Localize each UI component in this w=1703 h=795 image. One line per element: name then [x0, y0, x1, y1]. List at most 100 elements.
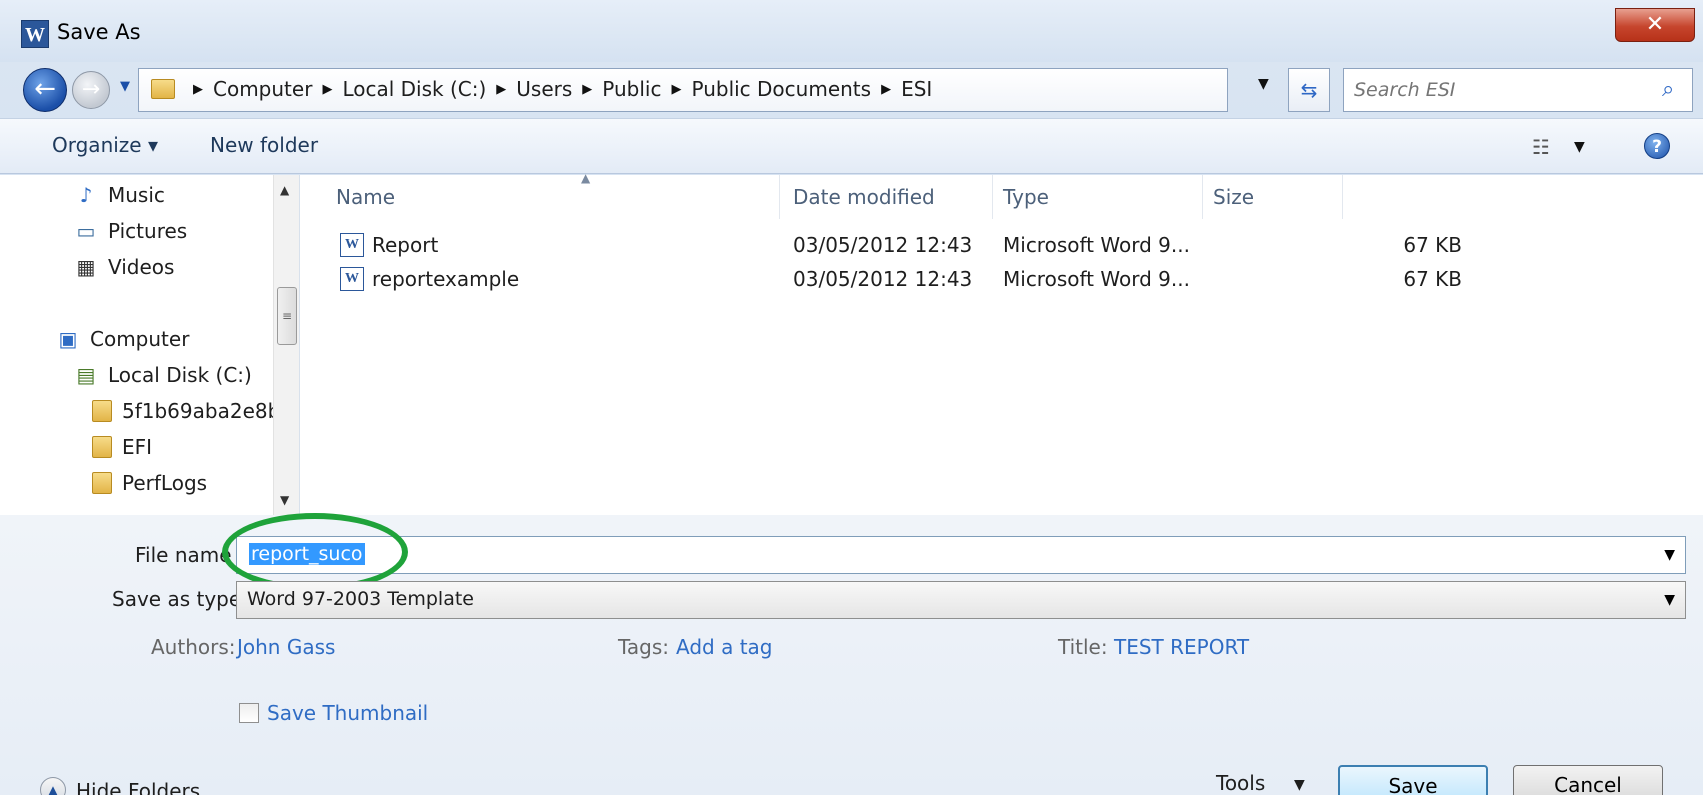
views-icon[interactable]: ☷	[1532, 135, 1550, 159]
tools-button[interactable]: Tools	[1216, 771, 1265, 795]
folder-icon	[92, 436, 112, 458]
column-header-label: Name	[336, 185, 396, 209]
tags-value[interactable]: Add a tag	[676, 635, 772, 659]
content-area: ♪ Music ▭ Pictures ▦ Videos ▣ Computer ▤…	[0, 171, 1703, 515]
breadcrumb-arrow-icon[interactable]: ▶	[322, 82, 332, 97]
nav-item-label: 5f1b69aba2e8b2	[122, 399, 294, 423]
search-icon[interactable]: ⌕	[1662, 77, 1674, 102]
file-type: Microsoft Word 9...	[1003, 233, 1190, 257]
nav-item-label: Videos	[108, 255, 175, 279]
address-dropdown-icon[interactable]: ▼	[1258, 76, 1269, 92]
new-folder-button[interactable]: New folder	[210, 133, 318, 157]
authors-value[interactable]: John Gass	[237, 635, 335, 659]
back-button[interactable]: ←	[23, 68, 67, 112]
hide-folders-icon[interactable]: ▲	[40, 777, 66, 795]
breadcrumb-item[interactable]: ESI	[901, 77, 932, 101]
scroll-down-icon[interactable]: ▼	[280, 493, 289, 507]
breadcrumb: ▶ Computer ▶ Local Disk (C:) ▶ Users ▶ P…	[189, 77, 938, 101]
save-as-type-select[interactable]: Word 97-2003 Template ▼	[236, 581, 1686, 619]
breadcrumb-arrow-icon[interactable]: ▶	[193, 82, 203, 97]
column-header-name[interactable]: ▲ Name	[336, 171, 780, 219]
nav-item-videos[interactable]: ▦ Videos	[74, 255, 175, 279]
tools-dropdown-icon[interactable]: ▼	[1294, 777, 1305, 793]
back-arrow-icon: ←	[34, 74, 56, 104]
breadcrumb-arrow-icon[interactable]: ▶	[671, 82, 681, 97]
organize-button[interactable]: Organize ▾	[52, 133, 158, 157]
history-dropdown-icon[interactable]: ▼	[120, 79, 130, 94]
nav-item-folder[interactable]: 5f1b69aba2e8b2	[92, 399, 293, 423]
file-name-value[interactable]: report_suco	[249, 543, 365, 565]
forward-arrow-icon: →	[81, 77, 101, 102]
views-dropdown-icon[interactable]: ▼	[1574, 139, 1585, 155]
nav-item-music[interactable]: ♪ Music	[74, 183, 165, 207]
nav-item-computer[interactable]: ▣ Computer	[56, 327, 190, 351]
file-name: Report	[372, 233, 439, 257]
breadcrumb-item[interactable]: Public Documents	[691, 77, 871, 101]
nav-item-local-disk[interactable]: ▤ Local Disk (C:)	[74, 363, 252, 387]
column-header-type[interactable]: Type	[1003, 175, 1203, 219]
nav-item-folder[interactable]: EFI	[92, 435, 152, 459]
nav-item-label: Pictures	[108, 219, 188, 243]
save-thumbnail-checkbox[interactable]	[239, 703, 259, 723]
sort-ascending-icon: ▲	[581, 171, 591, 185]
nav-item-pictures[interactable]: ▭ Pictures	[74, 219, 188, 243]
nav-item-label: Computer	[90, 327, 190, 351]
file-date: 03/05/2012 12:43	[793, 233, 973, 257]
breadcrumb-arrow-icon[interactable]: ▶	[881, 82, 891, 97]
authors-label: Authors:	[151, 635, 236, 659]
breadcrumb-item[interactable]: Local Disk (C:)	[342, 77, 486, 101]
navigation-pane: ♪ Music ▭ Pictures ▦ Videos ▣ Computer ▤…	[0, 175, 300, 515]
table-row[interactable]: W reportexample 03/05/2012 12:43 Microso…	[300, 263, 1703, 297]
title-value[interactable]: TEST REPORT	[1114, 635, 1249, 659]
word-document-icon: W	[340, 233, 364, 257]
breadcrumb-item[interactable]: Computer	[213, 77, 312, 101]
close-button[interactable]: ✕	[1615, 8, 1695, 42]
music-icon: ♪	[79, 183, 93, 207]
column-header-label: Date modified	[793, 185, 935, 209]
nav-item-folder[interactable]: PerfLogs	[92, 471, 207, 495]
save-as-type-value: Word 97-2003 Template	[247, 588, 474, 610]
address-bar[interactable]: ▶ Computer ▶ Local Disk (C:) ▶ Users ▶ P…	[138, 68, 1228, 112]
save-button[interactable]: Save	[1338, 765, 1488, 795]
scroll-up-icon[interactable]: ▲	[280, 183, 289, 197]
scroll-thumb[interactable]: ≡	[277, 287, 297, 345]
nav-scrollbar[interactable]: ▲ ≡ ▼	[273, 175, 299, 515]
save-as-type-label: Save as type:	[112, 587, 248, 611]
hide-folders-button[interactable]: Hide Folders	[76, 779, 200, 795]
file-name-dropdown-icon[interactable]: ▼	[1664, 547, 1675, 563]
videos-icon: ▦	[76, 255, 96, 279]
breadcrumb-item[interactable]: Public	[602, 77, 661, 101]
help-icon[interactable]: ?	[1644, 133, 1670, 159]
folder-icon	[151, 79, 175, 99]
nav-item-label: EFI	[122, 435, 153, 459]
command-toolbar: Organize ▾ New folder ☷ ▼ ?	[0, 118, 1703, 174]
breadcrumb-arrow-icon[interactable]: ▶	[582, 82, 592, 97]
nav-item-label: PerfLogs	[122, 471, 208, 495]
refresh-button[interactable]: ⇆	[1288, 68, 1330, 112]
forward-button[interactable]: →	[72, 71, 110, 109]
column-header-label: Type	[1003, 185, 1049, 209]
search-input[interactable]	[1354, 77, 1644, 103]
column-header-label: Size	[1213, 185, 1255, 209]
breadcrumb-item[interactable]: Users	[516, 77, 572, 101]
file-size: 67 KB	[1403, 233, 1462, 257]
breadcrumb-arrow-icon[interactable]: ▶	[496, 82, 506, 97]
cancel-button[interactable]: Cancel	[1513, 765, 1663, 795]
save-form: File name report_suco ▼ Save as type: Wo…	[0, 513, 1703, 795]
save-thumbnail-label[interactable]: Save Thumbnail	[267, 701, 428, 725]
navigation-row: ← → ▼ ▶ Computer ▶ Local Disk (C:) ▶ Use…	[0, 62, 1703, 118]
table-row[interactable]: W Report 03/05/2012 12:43 Microsoft Word…	[300, 229, 1703, 263]
search-box[interactable]: ⌕	[1343, 68, 1693, 112]
column-header-size[interactable]: Size	[1213, 175, 1343, 219]
save-as-dialog: W Save As ✕ ← → ▼ ▶ Computer ▶ Local Dis…	[0, 0, 1703, 795]
file-name: reportexample	[372, 267, 520, 291]
refresh-icon: ⇆	[1300, 78, 1318, 102]
file-type: Microsoft Word 9...	[1003, 267, 1190, 291]
column-header-date[interactable]: Date modified	[793, 175, 993, 219]
folder-icon	[92, 472, 112, 494]
nav-item-label: Local Disk (C:)	[108, 363, 252, 387]
file-name-label: File name	[135, 543, 232, 567]
tags-label: Tags:	[618, 635, 670, 659]
file-name-field[interactable]: report_suco ▼	[236, 536, 1686, 574]
save-as-type-dropdown-icon[interactable]: ▼	[1664, 592, 1675, 608]
